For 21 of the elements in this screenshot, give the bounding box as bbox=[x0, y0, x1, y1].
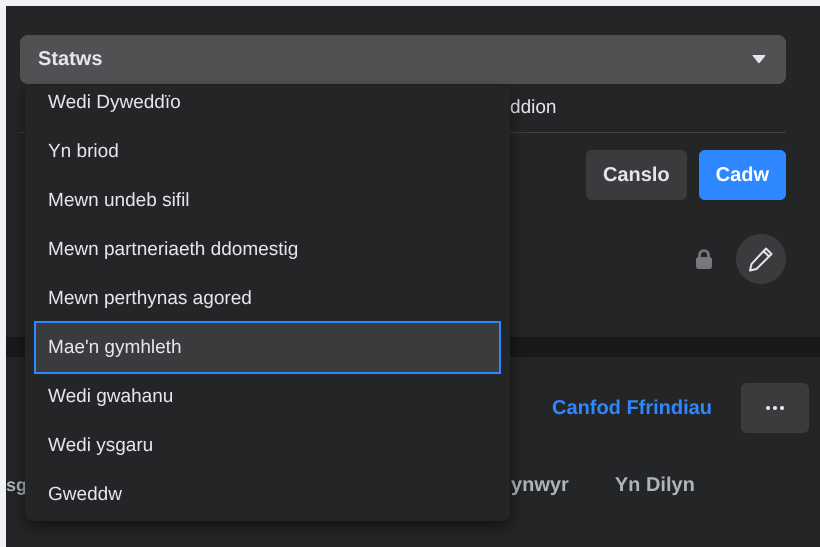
status-option[interactable]: Wedi Dyweddïo bbox=[34, 86, 501, 127]
status-dropdown[interactable]: Statws bbox=[20, 35, 786, 84]
status-option[interactable]: Yn briod bbox=[34, 127, 501, 176]
field-text: ddion bbox=[510, 97, 556, 119]
status-option[interactable]: Mewn undeb sifil bbox=[34, 176, 501, 225]
cancel-button[interactable]: Canslo bbox=[586, 150, 687, 200]
profile-tab[interactable]: ynwyr bbox=[511, 474, 569, 496]
status-option[interactable]: Wedi gwahanu bbox=[34, 372, 501, 421]
find-friends-link[interactable]: Canfod Ffrindiau bbox=[552, 396, 712, 420]
more-icon bbox=[766, 406, 784, 410]
profile-tab[interactable]: Yn Dilyn bbox=[614, 474, 695, 496]
edit-button[interactable] bbox=[736, 234, 786, 284]
dropdown-label: Statws bbox=[38, 48, 102, 71]
pencil-icon bbox=[747, 245, 775, 273]
lock-icon bbox=[696, 249, 712, 269]
caret-icon bbox=[752, 55, 766, 64]
status-option[interactable]: Mae'n gymhleth bbox=[34, 321, 501, 374]
status-option[interactable]: Gweddw bbox=[34, 470, 501, 519]
status-option[interactable]: Mewn perthynas agored bbox=[34, 274, 501, 323]
status-option[interactable]: Wedi ysgaru bbox=[34, 421, 501, 470]
status-option[interactable]: Mewn partneriaeth ddomestig bbox=[34, 225, 501, 274]
